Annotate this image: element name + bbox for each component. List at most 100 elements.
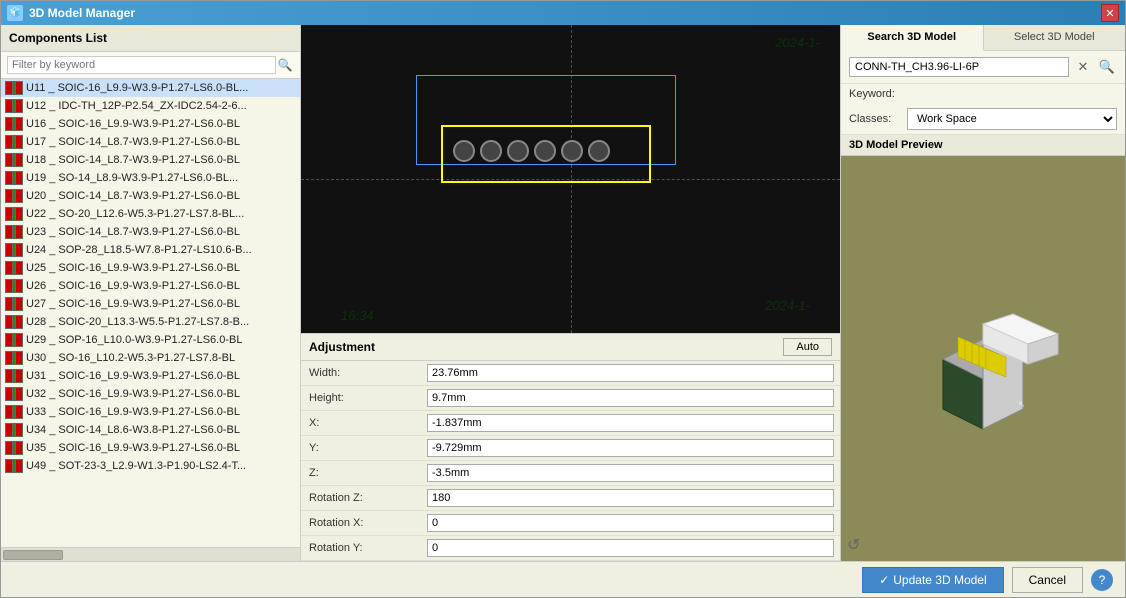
search-icon[interactable]: 🔍 (276, 56, 294, 74)
adj-input-rotation_z[interactable] (427, 489, 834, 507)
search-3d-icon[interactable]: 🔍 (1097, 57, 1117, 77)
window-title: 3D Model Manager (29, 6, 135, 20)
item-label: U25 _ SOIC-16_L9.9-W3.9-P1.27-LS6.0-BL (26, 262, 240, 274)
list-item[interactable]: U24 _ SOP-28_L18.5-W7.8-P1.27-LS10.6-B..… (1, 241, 300, 259)
list-item[interactable]: U22 _ SO-20_L12.6-W5.3-P1.27-LS7.8-BL... (1, 205, 300, 223)
pcb-view: 2024-1- 2024-1- 16:34 (301, 25, 840, 333)
adj-label-rotation_x: Rotation X: (301, 511, 421, 536)
adj-input-z[interactable] (427, 464, 834, 482)
adj-value-width (421, 361, 840, 386)
adj-value-y (421, 436, 840, 461)
list-item[interactable]: U30 _ SO-16_L10.2-W5.3-P1.27-LS7.8-BL (1, 349, 300, 367)
component-icon (5, 261, 23, 275)
list-item[interactable]: U35 _ SOIC-16_L9.9-W3.9-P1.27-LS6.0-BL (1, 439, 300, 457)
list-item[interactable]: U19 _ SO-14_L8.9-W3.9-P1.27-LS6.0-BL... (1, 169, 300, 187)
adj-title: Adjustment (309, 340, 375, 354)
refresh-icon[interactable]: ↺ (847, 535, 860, 555)
component-icon (5, 387, 23, 401)
item-label: U17 _ SOIC-14_L8.7-W3.9-P1.27-LS6.0-BL (26, 136, 240, 148)
pcb-watermark-3: 16:34 (341, 308, 374, 323)
update-3d-model-button[interactable]: ✓ Update 3D Model (862, 567, 1003, 593)
component-icon (5, 99, 23, 113)
adj-value-z (421, 461, 840, 486)
list-item[interactable]: U29 _ SOP-16_L10.0-W3.9-P1.27-LS6.0-BL (1, 331, 300, 349)
adj-label-y: Y: (301, 436, 421, 461)
adj-label-x: X: (301, 411, 421, 436)
adj-label-width: Width: (301, 361, 421, 386)
item-label: U22 _ SO-20_L12.6-W5.3-P1.27-LS7.8-BL... (26, 208, 244, 220)
component-icon (5, 117, 23, 131)
component-icon (5, 153, 23, 167)
component-icon (5, 423, 23, 437)
item-label: U27 _ SOIC-16_L9.9-W3.9-P1.27-LS6.0-BL (26, 298, 240, 310)
adj-input-y[interactable] (427, 439, 834, 457)
adj-value-x (421, 411, 840, 436)
tab-search-3d-model[interactable]: Search 3D Model (841, 25, 984, 51)
item-label: U12 _ IDC-TH_12P-P2.54_ZX-IDC2.54-2-6... (26, 100, 247, 112)
list-item[interactable]: U20 _ SOIC-14_L8.7-W3.9-P1.27-LS6.0-BL (1, 187, 300, 205)
list-item[interactable]: U32 _ SOIC-16_L9.9-W3.9-P1.27-LS6.0-BL (1, 385, 300, 403)
adj-input-rotation_y[interactable] (427, 539, 834, 557)
tab-select-3d-model[interactable]: Select 3D Model (984, 25, 1126, 50)
adj-input-rotation_x[interactable] (427, 514, 834, 532)
adj-label-rotation_y: Rotation Y: (301, 536, 421, 561)
list-item[interactable]: U34 _ SOIC-14_L8.6-W3.8-P1.27-LS6.0-BL (1, 421, 300, 439)
title-bar-left: 🧊 3D Model Manager (7, 5, 135, 21)
title-bar: 🧊 3D Model Manager ✕ (1, 1, 1125, 25)
list-item[interactable]: U25 _ SOIC-16_L9.9-W3.9-P1.27-LS6.0-BL (1, 259, 300, 277)
adj-label-height: Height: (301, 386, 421, 411)
preview-canvas: ↖ ↺ (841, 156, 1125, 561)
component-icon (5, 225, 23, 239)
item-label: U24 _ SOP-28_L18.5-W7.8-P1.27-LS10.6-B..… (26, 244, 252, 256)
keyword-row: Keyword: (841, 84, 1125, 104)
cancel-button[interactable]: Cancel (1012, 567, 1083, 593)
pcb-pins-row (453, 140, 610, 162)
list-item[interactable]: U28 _ SOIC-20_L13.3-W5.5-P1.27-LS7.8-B..… (1, 313, 300, 331)
pcb-pin (453, 140, 475, 162)
search-input[interactable] (7, 56, 276, 74)
list-item[interactable]: U17 _ SOIC-14_L8.7-W3.9-P1.27-LS6.0-BL (1, 133, 300, 151)
list-item[interactable]: U26 _ SOIC-16_L9.9-W3.9-P1.27-LS6.0-BL (1, 277, 300, 295)
help-button[interactable]: ? (1091, 569, 1113, 591)
item-label: U33 _ SOIC-16_L9.9-W3.9-P1.27-LS6.0-BL (26, 406, 240, 418)
auto-button[interactable]: Auto (783, 338, 832, 356)
component-icon (5, 279, 23, 293)
components-panel: Components List 🔍 U11 _ SOIC-16_L9.9-W3.… (1, 25, 301, 561)
adj-value-height (421, 386, 840, 411)
adj-input-width[interactable] (427, 364, 834, 382)
classes-select[interactable]: Work Space All Local (907, 108, 1117, 130)
list-item[interactable]: U12 _ IDC-TH_12P-P2.54_ZX-IDC2.54-2-6... (1, 97, 300, 115)
list-item[interactable]: U49 _ SOT-23-3_L2.9-W1.3-P1.90-LS2.4-T..… (1, 457, 300, 475)
component-icon (5, 315, 23, 329)
main-content: Components List 🔍 U11 _ SOIC-16_L9.9-W3.… (1, 25, 1125, 561)
scroll-thumb[interactable] (3, 550, 63, 560)
preview-header: 3D Model Preview (841, 135, 1125, 156)
list-item[interactable]: U11 _ SOIC-16_L9.9-W3.9-P1.27-LS6.0-BL..… (1, 79, 300, 97)
adj-input-height[interactable] (427, 389, 834, 407)
adjustment-panel: Adjustment Auto Width:Height:X:Y:Z:Rotat… (301, 333, 840, 561)
list-item[interactable]: U31 _ SOIC-16_L9.9-W3.9-P1.27-LS6.0-BL (1, 367, 300, 385)
component-icon (5, 297, 23, 311)
clear-icon[interactable]: ✕ (1073, 57, 1093, 77)
adj-value-rotation_y (421, 536, 840, 561)
model-preview-section: 3D Model Preview (841, 135, 1125, 561)
close-button[interactable]: ✕ (1101, 4, 1119, 22)
adj-header: Adjustment Auto (301, 334, 840, 361)
search-3d-input[interactable] (849, 57, 1069, 77)
component-icon (5, 459, 23, 473)
list-item[interactable]: U16 _ SOIC-16_L9.9-W3.9-P1.27-LS6.0-BL (1, 115, 300, 133)
component-icon (5, 135, 23, 149)
checkmark-icon: ✓ (879, 573, 889, 587)
classes-row: Classes: Work Space All Local (841, 104, 1125, 135)
item-label: U19 _ SO-14_L8.9-W3.9-P1.27-LS6.0-BL... (26, 172, 238, 184)
components-header: Components List (1, 25, 300, 52)
list-item[interactable]: U27 _ SOIC-16_L9.9-W3.9-P1.27-LS6.0-BL (1, 295, 300, 313)
horizontal-scrollbar[interactable] (1, 547, 300, 561)
svg-text:↖: ↖ (1018, 399, 1026, 409)
right-panel: Search 3D Model Select 3D Model ✕ 🔍 Keyw… (840, 25, 1125, 561)
list-item[interactable]: U33 _ SOIC-16_L9.9-W3.9-P1.27-LS6.0-BL (1, 403, 300, 421)
adj-input-x[interactable] (427, 414, 834, 432)
list-item[interactable]: U18 _ SOIC-14_L8.7-W3.9-P1.27-LS6.0-BL (1, 151, 300, 169)
component-icon (5, 243, 23, 257)
list-item[interactable]: U23 _ SOIC-14_L8.7-W3.9-P1.27-LS6.0-BL (1, 223, 300, 241)
